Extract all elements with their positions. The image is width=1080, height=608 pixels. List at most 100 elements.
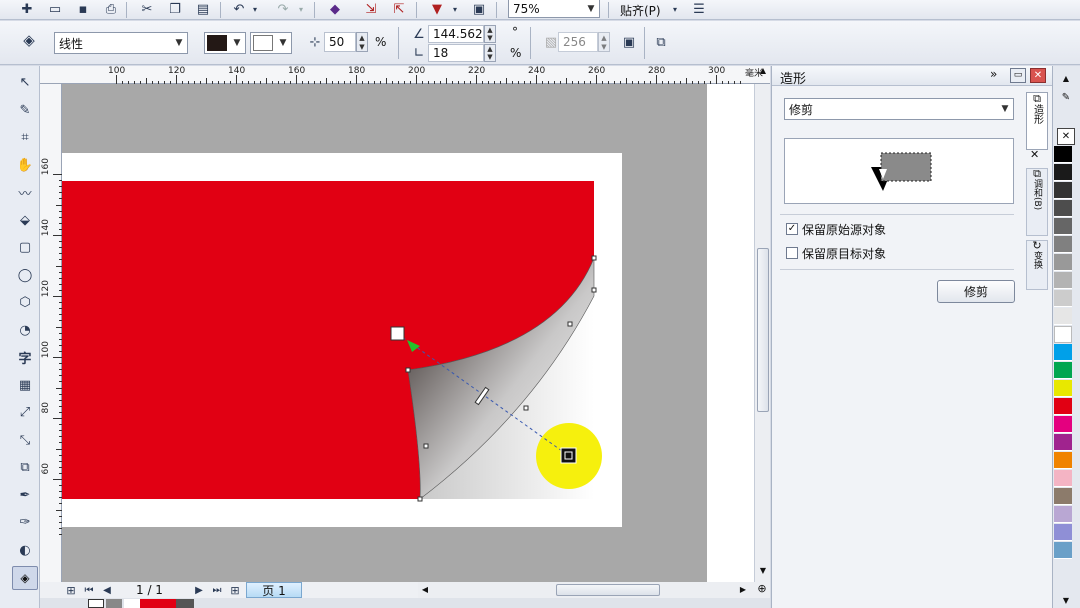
copy-fill-properties-icon[interactable]: ⧉ xyxy=(652,34,670,50)
palette-scroll-up-icon[interactable]: ▲ xyxy=(1057,74,1075,88)
docker-expand-icon[interactable]: » xyxy=(990,67,997,81)
basic-shapes-tool-icon[interactable]: ◔ xyxy=(16,322,34,338)
palette-swatch[interactable] xyxy=(1054,146,1072,163)
palette-swatch[interactable] xyxy=(1054,416,1072,433)
docker-close-button[interactable]: ✕ xyxy=(1030,68,1046,83)
scroll-right-icon[interactable]: ▶ xyxy=(736,582,750,598)
vertical-ruler[interactable]: 160 140 120 100 80 60 xyxy=(40,84,62,582)
eyedropper-icon[interactable]: ✎ xyxy=(1057,92,1075,106)
palette-swatch[interactable] xyxy=(1054,398,1072,415)
close-tab-icon[interactable]: ✕ xyxy=(1030,148,1039,161)
import-icon[interactable]: ⇲ xyxy=(362,1,380,17)
palette-swatch[interactable] xyxy=(1054,326,1072,343)
table-tool-icon[interactable]: ▦ xyxy=(16,377,34,393)
midpoint-input[interactable]: 50 xyxy=(324,32,356,52)
horizontal-ruler[interactable]: 毫米 100 120 140 160 180 200 220 240 260 280 300 xyxy=(40,66,770,84)
ellipse-tool-icon[interactable]: ◯ xyxy=(16,267,34,283)
eyedropper-tool-icon[interactable]: ✒ xyxy=(16,487,34,503)
palette-swatch[interactable] xyxy=(1054,344,1072,361)
dimension-tool-icon[interactable]: ⤢ xyxy=(16,404,34,420)
palette-swatch[interactable] xyxy=(1054,308,1072,325)
snap-dropdown-icon[interactable]: ▾ xyxy=(670,1,680,17)
scroll-up-icon[interactable]: ▲ xyxy=(755,66,771,82)
midpoint-spinner[interactable]: ▲ ▼ xyxy=(356,32,368,52)
tab-blend[interactable]: ⧉ 调和(B) xyxy=(1026,168,1048,236)
palette-swatch[interactable] xyxy=(1054,218,1072,235)
palette-swatch[interactable] xyxy=(1054,506,1072,523)
vertical-scrollbar[interactable]: ▲ ▼ xyxy=(754,66,770,582)
previous-page-icon[interactable]: ◀ xyxy=(98,582,116,598)
outline-tool-icon[interactable]: ✑ xyxy=(16,514,34,530)
fill-end-handle[interactable] xyxy=(560,447,577,464)
palette-swatch[interactable] xyxy=(1054,524,1072,541)
palette-swatch[interactable] xyxy=(1054,452,1072,469)
edge-pad-spinner[interactable]: ▲ ▼ xyxy=(484,44,496,62)
angle-spinner[interactable]: ▲ ▼ xyxy=(484,25,496,43)
cut-icon[interactable]: ✂ xyxy=(138,1,156,17)
undo-icon[interactable]: ↶ xyxy=(230,1,248,17)
palette-scroll-down-icon[interactable]: ▼ xyxy=(1057,596,1075,608)
horizontal-scrollbar[interactable]: ◀ ▶ xyxy=(418,582,754,598)
artwork[interactable] xyxy=(62,84,754,582)
palette-swatch[interactable] xyxy=(1054,542,1072,559)
angle-input[interactable]: 144.562 xyxy=(428,25,484,43)
zoom-navigator-icon[interactable]: ⊕ xyxy=(754,582,770,598)
palette-swatch[interactable] xyxy=(1054,362,1072,379)
text-tool-icon[interactable]: 字 xyxy=(16,349,34,367)
interactive-fill-tool-button[interactable]: ◈ xyxy=(12,566,38,590)
new-document-icon[interactable]: ✚ xyxy=(18,1,36,17)
add-page-before-icon[interactable]: ⊞ xyxy=(62,582,80,598)
fill-type-icon[interactable]: ◈ xyxy=(20,31,38,49)
palette-swatch[interactable] xyxy=(1054,290,1072,307)
launcher-dropdown-icon[interactable]: ▾ xyxy=(450,1,460,17)
horizontal-scroll-thumb[interactable] xyxy=(556,584,660,596)
add-page-after-icon[interactable]: ⊞ xyxy=(226,582,244,598)
keep-source-checkbox[interactable]: ✓ xyxy=(786,223,798,235)
print-icon[interactable]: ⎙ xyxy=(102,1,120,17)
steps-input[interactable]: 256 xyxy=(558,32,598,52)
vertical-scroll-thumb[interactable] xyxy=(757,248,769,412)
edge-pad-input[interactable]: 18 xyxy=(428,44,484,62)
apply-trim-button[interactable]: 修剪 xyxy=(937,280,1015,303)
save-icon[interactable]: ▪ xyxy=(74,1,92,17)
tab-shaping[interactable]: ⧉ 造形 xyxy=(1026,92,1048,150)
pick-tool-icon[interactable]: ↖ xyxy=(16,74,34,90)
lock-steps-icon[interactable]: ▣ xyxy=(620,34,638,50)
palette-swatch[interactable] xyxy=(1054,470,1072,487)
redo-icon[interactable]: ↷ xyxy=(274,1,292,17)
search-content-icon[interactable]: ◆ xyxy=(326,1,344,17)
freehand-tool-icon[interactable]: 〰 xyxy=(16,184,34,202)
welcome-screen-icon[interactable]: ▣ xyxy=(470,1,488,17)
open-icon[interactable]: ▭ xyxy=(46,1,64,17)
rectangle-tool-icon[interactable]: ▢ xyxy=(16,239,34,255)
palette-swatch[interactable] xyxy=(1054,182,1072,199)
redo-dropdown-icon[interactable]: ▾ xyxy=(296,1,306,17)
keep-target-checkbox[interactable] xyxy=(786,247,798,259)
palette-swatch[interactable] xyxy=(1054,200,1072,217)
scroll-left-icon[interactable]: ◀ xyxy=(418,582,432,598)
fill-tool-icon[interactable]: ◐ xyxy=(16,542,34,558)
pan-tool-icon[interactable]: ✋ xyxy=(16,157,34,173)
no-color-swatch[interactable]: ✕ xyxy=(1057,128,1075,145)
page-tab-1[interactable]: 页 1 xyxy=(246,582,302,598)
start-color-picker[interactable]: ▼ xyxy=(204,32,246,54)
application-launcher-icon[interactable]: ▼ xyxy=(428,1,446,17)
palette-swatch[interactable] xyxy=(1054,272,1072,289)
snap-to-menu[interactable]: 贴齐(P) xyxy=(620,1,661,19)
options-icon[interactable]: ☰ xyxy=(690,1,708,17)
undo-dropdown-icon[interactable]: ▾ xyxy=(250,1,260,17)
export-icon[interactable]: ⇱ xyxy=(390,1,408,17)
palette-swatch[interactable] xyxy=(1054,236,1072,253)
copy-icon[interactable]: ❐ xyxy=(166,1,184,17)
steps-spinner[interactable]: ▲ ▼ xyxy=(598,32,610,52)
shape-tool-icon[interactable]: ✎ xyxy=(16,102,34,118)
palette-swatch[interactable] xyxy=(1054,488,1072,505)
shaping-operation-select[interactable]: 修剪 ▼ xyxy=(784,98,1014,120)
fill-type-select[interactable]: 线性 ▼ xyxy=(54,32,188,54)
connector-tool-icon[interactable]: ⤡ xyxy=(16,432,34,448)
palette-swatch[interactable] xyxy=(1054,164,1072,181)
palette-swatch[interactable] xyxy=(1054,380,1072,397)
zoom-level-select[interactable]: 75% ▼ xyxy=(508,0,600,18)
last-page-icon[interactable]: ⏭ xyxy=(208,582,226,598)
blend-tool-icon[interactable]: ⧉ xyxy=(16,459,34,475)
